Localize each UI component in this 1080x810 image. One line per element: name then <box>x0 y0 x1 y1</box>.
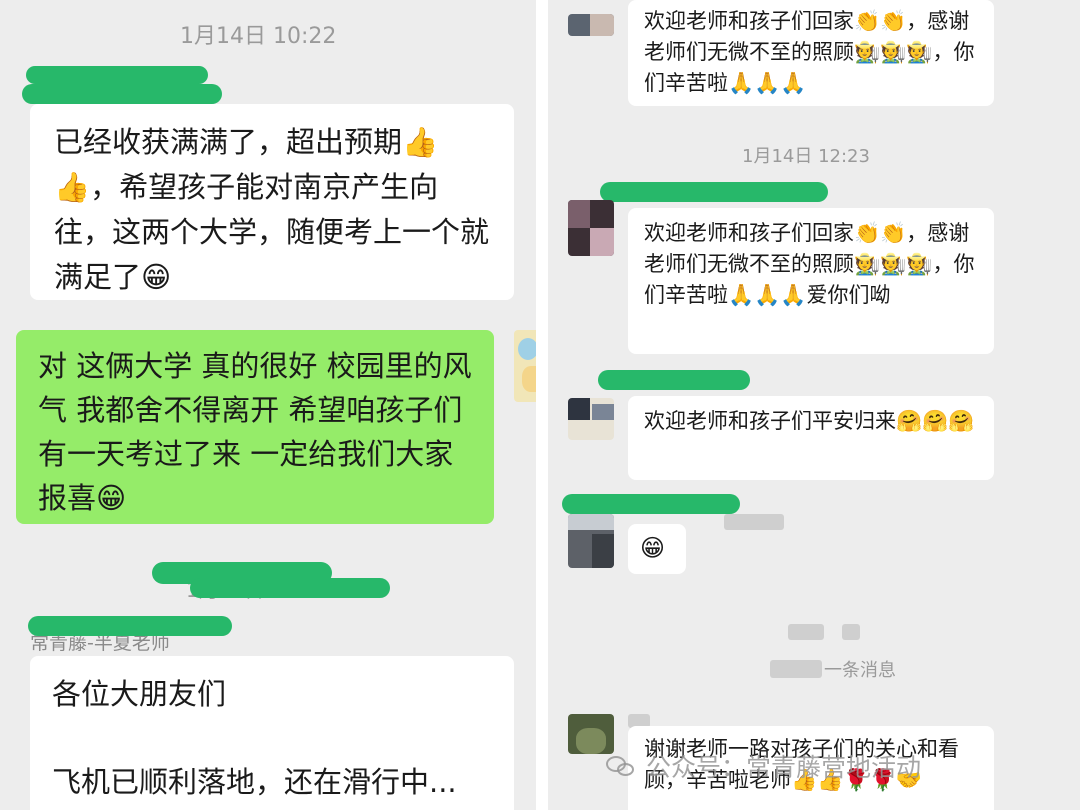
redacted-sender-name <box>22 84 222 104</box>
redacted-sender-name <box>600 182 828 202</box>
wechat-icon <box>606 754 636 778</box>
watermark: 公众号：常青藤营地活动 <box>606 746 921 786</box>
avatar[interactable] <box>568 398 614 440</box>
watermark-text: 公众号：常青藤营地活动 <box>646 753 922 782</box>
timestamp: 1月14日 10:22 <box>180 24 337 49</box>
blurred-text <box>842 624 860 640</box>
message-bubble[interactable]: 欢迎老师和孩子们平安归来🤗🤗🤗 <box>628 396 994 480</box>
message-text: 欢迎老师和孩子们回家👏👏，感谢老师们无微不至的照顾🧑‍🌾🧑‍🌾🧑‍🌾，你们辛苦啦… <box>644 221 975 307</box>
blurred-text <box>770 660 822 678</box>
chat-pane-right: 欢迎老师和孩子们回家👏👏，感谢老师们无微不至的照顾🧑‍🌾🧑‍🌾🧑‍🌾，你们辛苦啦… <box>548 0 1080 810</box>
message-text: 欢迎老师和孩子们回家👏👏，感谢老师们无微不至的照顾🧑‍🌾🧑‍🌾🧑‍🌾，你们辛苦啦… <box>644 9 975 95</box>
message-bubble[interactable]: 欢迎老师和孩子们回家👏👏，感谢老师们无微不至的照顾🧑‍🌾🧑‍🌾🧑‍🌾，你们辛苦啦… <box>628 0 994 106</box>
message-bubble[interactable]: 欢迎老师和孩子们回家👏👏，感谢老师们无微不至的照顾🧑‍🌾🧑‍🌾🧑‍🌾，你们辛苦啦… <box>628 208 994 354</box>
redacted-sender-name <box>28 616 232 636</box>
message-text: 各位大朋友们 飞机已顺利落地，还在滑行中... <box>52 677 457 799</box>
avatar[interactable] <box>568 200 614 256</box>
avatar[interactable] <box>568 14 614 36</box>
message-text: 对 这俩大学 真的很好 校园里的风气 我都舍不得离开 希望咱孩子们有一天考过了来… <box>38 349 472 515</box>
blurred-text <box>788 624 824 640</box>
message-text: 已经收获满满了，超出预期👍👍，希望孩子能对南京产生向往，这两个大学，随便考上一个… <box>54 125 490 294</box>
redacted-timestamp <box>190 578 390 598</box>
blurred-name <box>724 514 784 530</box>
system-notice: 一条消息 <box>824 660 896 681</box>
chat-pane-left: 1月14日 10:22 已经收获满满了，超出预期👍👍，希望孩子能对南京产生向往，… <box>0 0 536 810</box>
timestamp: 1月14日 12:23 <box>742 146 870 167</box>
message-bubble-outgoing[interactable]: 对 这俩大学 真的很好 校园里的风气 我都舍不得离开 希望咱孩子们有一天考过了来… <box>16 330 494 524</box>
message-bubble[interactable]: 已经收获满满了，超出预期👍👍，希望孩子能对南京产生向往，这两个大学，随便考上一个… <box>30 104 514 300</box>
message-bubble[interactable]: 😁 <box>628 524 686 574</box>
avatar[interactable] <box>514 330 536 402</box>
message-text: 😁 <box>640 534 666 562</box>
avatar[interactable] <box>568 514 614 568</box>
message-text: 欢迎老师和孩子们平安归来🤗🤗🤗 <box>644 409 975 433</box>
redacted-sender-name <box>562 494 740 514</box>
redacted-sender-name <box>598 370 750 390</box>
redacted-sender-name <box>26 66 208 84</box>
message-bubble[interactable]: 各位大朋友们 飞机已顺利落地，还在滑行中... <box>30 656 514 810</box>
